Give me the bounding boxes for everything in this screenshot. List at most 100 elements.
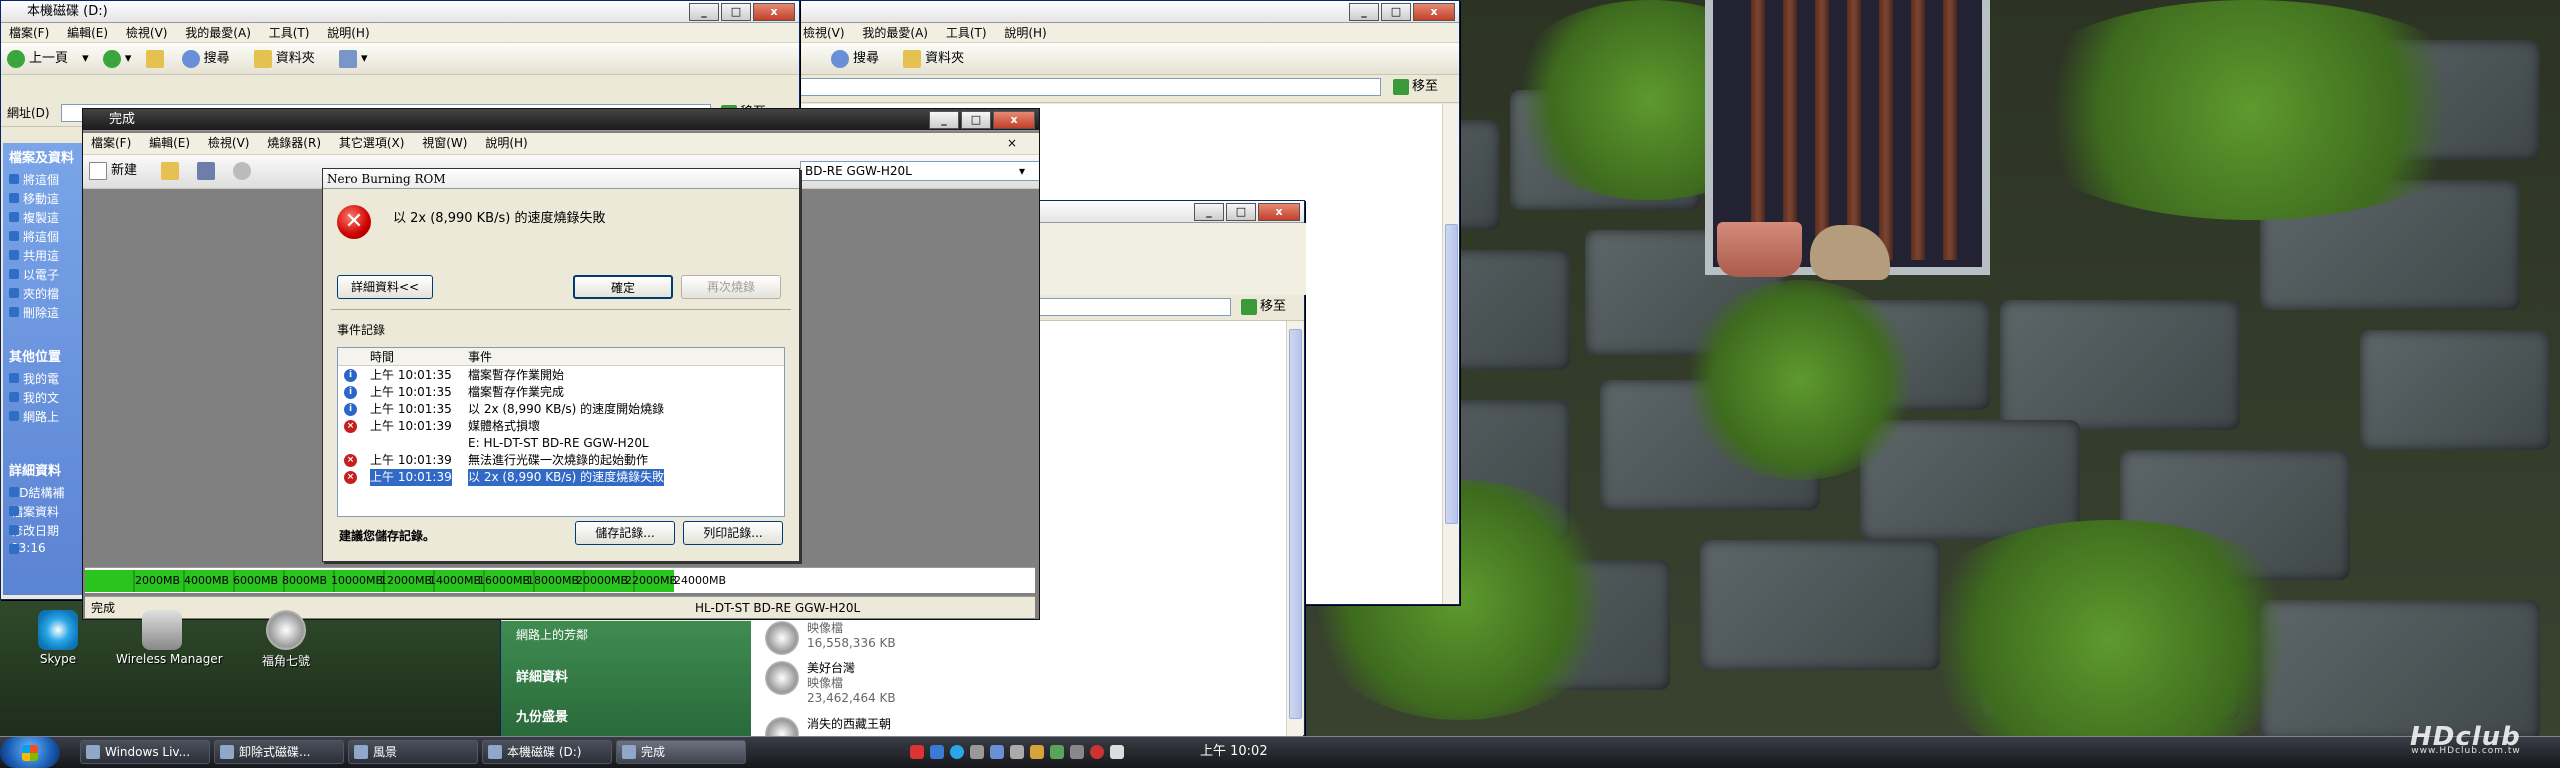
cut-button[interactable] — [233, 161, 255, 180]
desktop-icon-movie[interactable]: 福角七號 — [240, 610, 332, 669]
event-row[interactable]: × 上午 10:01:39 無法進行光碟一次燒錄的起始動作 — [338, 452, 784, 469]
task-link[interactable]: 將這個 — [3, 170, 83, 189]
clock[interactable]: 上午 10:02 — [1200, 740, 1268, 764]
menu-item[interactable]: 檢視(V) — [126, 26, 168, 40]
ati-icon[interactable] — [910, 745, 924, 759]
taskbar-button[interactable]: 風景 — [348, 740, 478, 764]
title-bar[interactable]: _ □ x — [781, 1, 1459, 23]
minimize-button[interactable]: _ — [1349, 3, 1379, 21]
taskbar-button[interactable]: Windows Liv... — [80, 740, 210, 764]
desktop-icon-wireless-manager[interactable]: Wireless Manager — [116, 610, 223, 666]
event-row[interactable]: i 上午 10:01:35 以 2x (8,990 KB/s) 的速度開始燒錄 — [338, 401, 784, 418]
event-row[interactable]: E: HL-DT-ST BD-RE GGW-H20L — [338, 435, 784, 452]
close-doc-icon[interactable]: × — [1007, 133, 1017, 153]
ok-button[interactable]: 確定 — [573, 275, 673, 299]
task-pane-header[interactable]: 其他位置 — [3, 342, 83, 369]
close-button[interactable]: x — [1258, 203, 1300, 221]
task-link[interactable]: 移動這 — [3, 189, 83, 208]
power-icon[interactable] — [1110, 745, 1124, 759]
task-link[interactable]: 將這個 — [3, 227, 83, 246]
close-button[interactable]: x — [1413, 3, 1455, 21]
go-button[interactable]: 移至 — [1393, 77, 1438, 97]
event-row[interactable]: i 上午 10:01:35 檔案暫存作業完成 — [338, 384, 784, 401]
menu-item[interactable]: 說明(H) — [485, 136, 527, 150]
back-button[interactable]: 上一頁 ▾ — [7, 49, 89, 68]
event-row[interactable]: × 上午 10:01:39 媒體格式損壞 — [338, 418, 784, 435]
task-pane-header[interactable]: 詳細資料 — [3, 456, 83, 483]
task-link[interactable]: 共用這 — [3, 246, 83, 265]
task-link[interactable]: 網路上的芳鄰 — [516, 626, 588, 643]
task-link[interactable]: 刪除這 — [3, 303, 83, 322]
event-row[interactable]: × 上午 10:01:39 以 2x (8,990 KB/s) 的速度燒錄失敗 — [338, 469, 784, 486]
open-button[interactable] — [161, 161, 183, 180]
minimize-button[interactable]: _ — [1194, 203, 1224, 221]
menu-item[interactable]: 我的最愛(A) — [862, 26, 928, 40]
maximize-button[interactable]: □ — [961, 111, 991, 129]
menu-item[interactable]: 檔案(F) — [91, 136, 131, 150]
close-button[interactable]: x — [993, 111, 1035, 129]
folders-button[interactable]: 資料夾 — [903, 49, 974, 68]
minimize-button[interactable]: _ — [689, 3, 719, 21]
update-icon[interactable] — [1050, 745, 1064, 759]
views-button[interactable]: ▾ — [338, 49, 367, 68]
task-pane-header[interactable]: 檔案及資料 — [3, 143, 83, 170]
title-bar[interactable]: 本機磁碟 (D:) _ □ x — [1, 1, 799, 23]
event-log-list[interactable]: 時間 事件 i 上午 10:01:35 檔案暫存作業開始 i 上午 10:01:35 檔案… — [337, 347, 785, 517]
scroll-thumb[interactable] — [1289, 329, 1302, 719]
task-link[interactable]: 夾的檔 — [3, 284, 83, 303]
desktop-icon-skype[interactable]: Skype — [12, 610, 104, 666]
taskbar-button[interactable]: 卸除式磁碟... — [214, 740, 344, 764]
go-button[interactable]: 移至 — [1241, 297, 1286, 317]
menu-item[interactable]: 工具(T) — [269, 26, 310, 40]
maximize-button[interactable]: □ — [1381, 3, 1411, 21]
file-item[interactable]: 美好台灣 映像檔 23,462,464 KB — [765, 661, 896, 706]
column-time[interactable]: 時間 — [370, 348, 394, 366]
menu-item[interactable]: 視窗(W) — [422, 136, 467, 150]
menu-item[interactable]: 檢視(V) — [803, 26, 845, 40]
battery-icon[interactable] — [1010, 745, 1024, 759]
place-link[interactable]: 我的電 — [3, 369, 83, 388]
minimize-button[interactable]: _ — [929, 111, 959, 129]
drive-select[interactable]: BD-RE GGW-H20L ▾ — [800, 161, 1039, 181]
save-button[interactable] — [197, 161, 219, 180]
up-folder-button[interactable] — [145, 49, 168, 68]
menu-item[interactable]: 編輯(E) — [149, 136, 190, 150]
maximize-button[interactable]: □ — [1226, 203, 1256, 221]
print-log-button[interactable]: 列印記錄... — [683, 521, 783, 545]
scroll-thumb[interactable] — [1445, 224, 1458, 524]
burn-failed-dialog[interactable]: Nero Burning ROM ✕ 以 2x (8,990 KB/s) 的速度… — [322, 168, 800, 562]
new-button[interactable]: 新建 — [89, 161, 147, 180]
taskbar-button[interactable]: 本機磁碟 (D:) — [482, 740, 612, 764]
skype-tray-icon[interactable] — [950, 745, 964, 759]
task-pane-header[interactable]: 詳細資料 — [516, 666, 568, 685]
address-input[interactable] — [781, 78, 1381, 96]
file-item[interactable]: 消失的西藏王朝 — [765, 717, 891, 751]
folders-button[interactable]: 資料夾 — [253, 49, 325, 68]
task-link[interactable]: 以電子 — [3, 265, 83, 284]
task-link[interactable]: 複製這 — [3, 208, 83, 227]
column-event[interactable]: 事件 — [468, 348, 492, 366]
display-icon[interactable] — [990, 745, 1004, 759]
file-item[interactable]: 映像檔 16,558,336 KB — [765, 621, 896, 655]
vertical-scrollbar[interactable] — [1286, 321, 1303, 736]
title-bar[interactable]: 完成 _ □ x — [83, 109, 1039, 131]
maximize-button[interactable]: □ — [721, 3, 751, 21]
menu-item[interactable]: 其它選項(X) — [339, 136, 405, 150]
menu-item[interactable]: 檢視(V) — [208, 136, 250, 150]
menu-item[interactable]: 燒錄器(R) — [267, 136, 321, 150]
alert-icon[interactable] — [1090, 745, 1104, 759]
menu-item[interactable]: 檔案(F) — [9, 26, 49, 40]
close-button[interactable]: x — [753, 3, 795, 21]
security-icon[interactable] — [1030, 745, 1044, 759]
details-button[interactable]: 詳細資料<< — [337, 275, 433, 299]
forward-button[interactable]: ▾ — [102, 49, 131, 68]
dialog-title-bar[interactable]: Nero Burning ROM — [323, 169, 799, 189]
network-icon[interactable] — [930, 745, 944, 759]
menu-item[interactable]: 我的最愛(A) — [185, 26, 251, 40]
menu-item[interactable]: 說明(H) — [327, 26, 369, 40]
event-row[interactable]: i 上午 10:01:35 檔案暫存作業開始 — [338, 367, 784, 384]
menu-item[interactable]: 編輯(E) — [67, 26, 108, 40]
usb-icon[interactable] — [1070, 745, 1084, 759]
volume-icon[interactable] — [970, 745, 984, 759]
search-button[interactable]: 搜尋 — [181, 49, 240, 68]
